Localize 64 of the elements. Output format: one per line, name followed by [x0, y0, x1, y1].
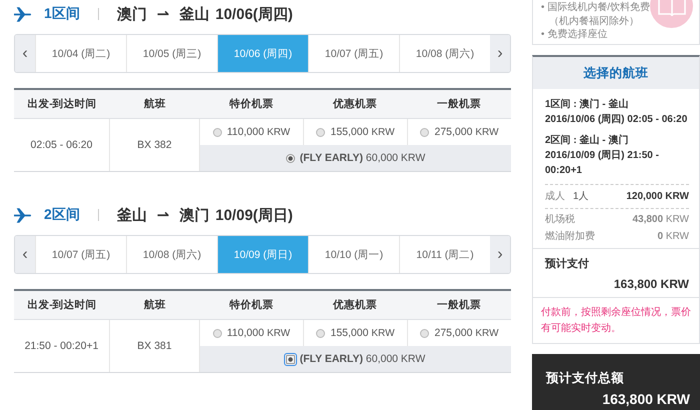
radio-button[interactable]	[212, 128, 222, 136]
radio-button[interactable]	[420, 128, 430, 136]
summary-title: 选择的航班	[533, 57, 699, 89]
route-from: 釜山	[116, 206, 147, 224]
route-date: 10/09(周日)	[215, 206, 293, 224]
radio-button[interactable]	[212, 328, 222, 338]
previous-button[interactable]: ‹	[15, 236, 35, 273]
column-header: 航班	[110, 291, 200, 320]
fee-label: 燃油附加费	[545, 230, 595, 243]
column-header: 出发-到达时间	[14, 291, 110, 320]
next-button[interactable]: ›	[490, 35, 510, 72]
airplane-icon	[14, 6, 32, 22]
fare-price: 110,000 KRW	[226, 327, 290, 339]
price-notice: 付款前，按照剩余座位情况，票价有可能实时变动。	[540, 306, 692, 336]
route-arrow: ⇀	[156, 206, 170, 224]
fee-amount: 0 KRW	[658, 230, 689, 243]
fee-label: 成人	[545, 190, 565, 203]
summary-schedule: 2016/10/09 (周日) 21:50 - 00:20+1	[545, 149, 660, 178]
radio-button[interactable]	[316, 128, 326, 136]
fare-price: 155,000 KRW	[330, 327, 395, 339]
fare-price: 275,000 KRW	[434, 327, 499, 339]
fee-label: 机场税	[545, 213, 575, 226]
fee-amount: 43,800 KRW	[632, 213, 689, 226]
table-cell: 02:05 - 06:20	[14, 119, 110, 171]
passenger-count: 1人	[573, 190, 589, 203]
fare-price: 155,000 KRW	[330, 126, 395, 138]
fee-amount: 120,000 KRW	[626, 190, 689, 203]
fare-price: 275,000 KRW	[434, 126, 499, 138]
radio-button[interactable]	[286, 354, 295, 364]
column-header: 优惠机票	[303, 90, 407, 119]
benefit-text: • 国际线机内餐/饮料免费	[541, 1, 650, 14]
route-to: 澳门	[179, 206, 210, 224]
total-amount: 163,800 KRW	[601, 391, 690, 407]
previous-button[interactable]: ‹	[15, 35, 35, 72]
column-header: 优惠机票	[303, 291, 407, 320]
route-from: 澳门	[116, 4, 147, 24]
fare-price: (FLY EARLY) 60,000 KRW	[300, 152, 426, 164]
column-header: 一般机票	[407, 90, 511, 119]
benefit-text: （机内餐福冈除外）	[548, 14, 640, 28]
radio-button[interactable]	[286, 154, 295, 162]
fare-price: 110,000 KRW	[226, 126, 290, 138]
table-cell: 21:50 - 00:20+1	[14, 320, 110, 372]
column-header: 出发-到达时间	[14, 90, 110, 119]
leg-label: 2区间	[44, 206, 80, 224]
route-arrow: ⇀	[156, 5, 170, 23]
leg-label: 1区间	[44, 5, 80, 23]
summary-route: 2区间 : 釜山 - 澳门	[545, 133, 630, 148]
summary-schedule: 2016/10/06 (周四) 02:05 - 06:20	[545, 113, 688, 127]
total-label: 预计支付总额	[546, 370, 625, 387]
estimate-label: 预计支付	[545, 256, 590, 271]
benefit-text: • 免费选择座位	[541, 28, 608, 42]
route-date: 10/06(周四)	[215, 4, 293, 24]
summary-route: 1区间 : 澳门 - 釜山	[545, 97, 630, 112]
radio-button[interactable]	[316, 328, 326, 338]
estimate-amount: 163,800 KRW	[612, 277, 689, 291]
route-to: 釜山	[179, 4, 210, 24]
next-button[interactable]: ›	[490, 236, 510, 273]
airplane-icon	[14, 208, 32, 222]
column-header: 特价机票	[200, 90, 303, 119]
column-header: 特价机票	[200, 291, 303, 320]
radio-button[interactable]	[420, 328, 430, 338]
column-header: 一般机票	[407, 291, 511, 320]
fare-price: (FLY EARLY) 60,000 KRW	[300, 353, 426, 365]
column-header: 航班	[110, 90, 200, 119]
